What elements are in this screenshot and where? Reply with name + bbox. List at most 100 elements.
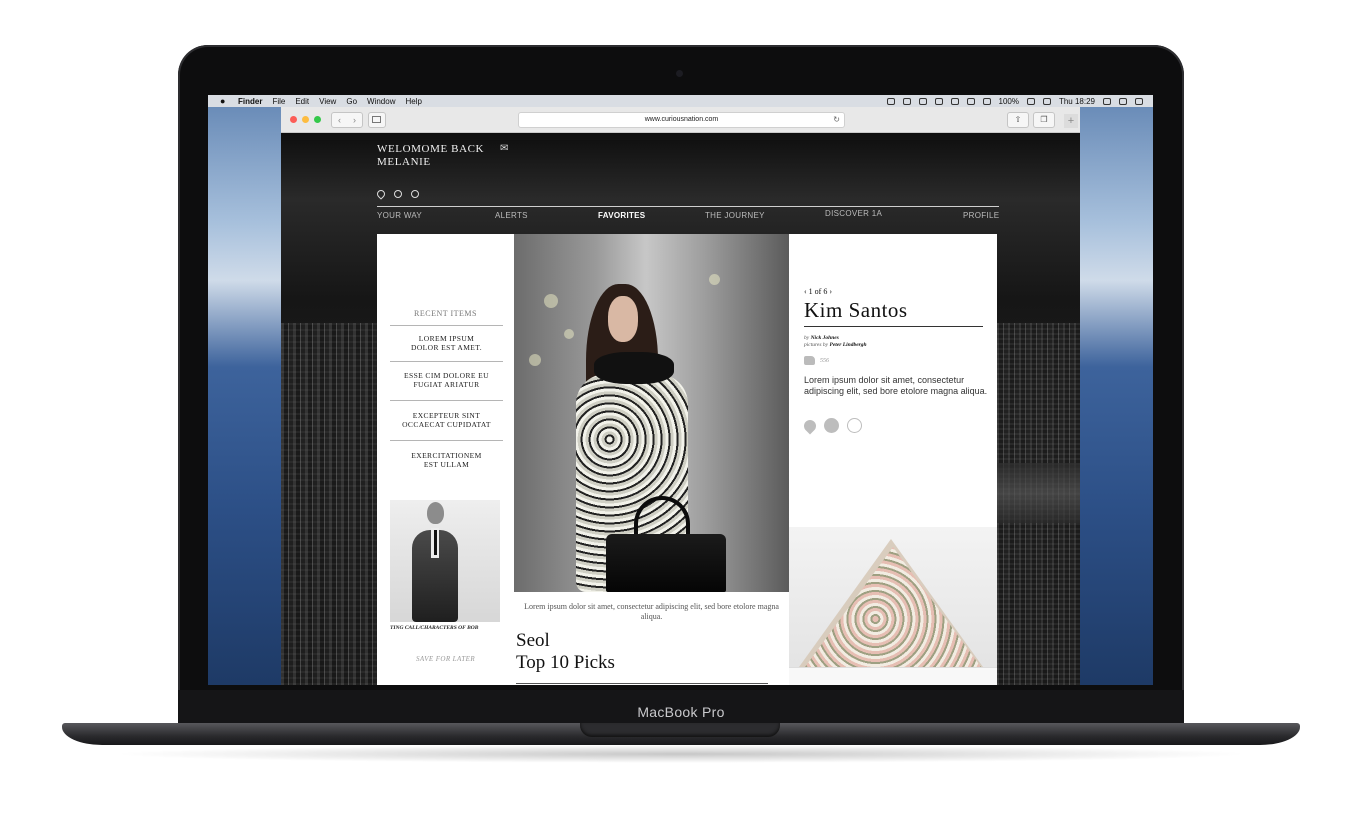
recent-item[interactable]: EXERCITATIONEM EST ULLAM [390,451,503,469]
back-button[interactable]: ‹ [332,113,347,127]
bokeh-light [544,294,558,308]
nav-your-way[interactable]: YOUR WAY [377,211,422,220]
pager[interactable]: ‹ 1 of 6 › [804,287,832,296]
welcome-text: WELOMOME BACK MELANIE [377,143,485,168]
bokeh-light [529,354,541,366]
bluetooth-icon[interactable] [950,97,959,105]
profile-description: Lorem ipsum dolor sit amet, consectetur … [804,375,988,396]
man-tie [433,530,437,555]
notification-center-icon[interactable] [1135,97,1143,105]
menu-go[interactable]: Go [346,97,357,106]
time-machine-icon[interactable] [918,97,927,105]
divider [390,325,503,326]
spotlight-icon[interactable] [1103,97,1111,105]
nav-profile[interactable]: PROFILE [963,211,999,220]
nav-discover[interactable]: DISCOVER 1A [825,209,882,218]
recent-item[interactable]: EXCEPTEUR SINT OCCAECAT CUPIDATAT [390,411,503,429]
man-head [427,502,444,524]
menu-finder[interactable]: Finder [238,97,262,106]
bokeh-light [564,329,574,339]
globe-icon[interactable] [847,418,862,433]
sculpture-base [789,667,997,685]
author-name[interactable]: Nick Johnes [811,335,839,341]
main-nav: YOUR WAY ALERTS FAVORITES THE JOURNEY DI… [377,209,999,223]
sculpture-photo[interactable] [789,527,997,685]
menu-view[interactable]: View [319,97,336,106]
feature-photo[interactable] [514,234,789,592]
recent-item[interactable]: LOREM IPSUM DOLOR EST AMET. [390,334,503,352]
likes-count: 556 [820,357,829,364]
new-tab-button[interactable]: + [1064,114,1078,128]
web-page: WELOMOME BACK MELANIE ✉ YOUR WAY ALERTS … [281,133,1080,685]
keyboard-icon[interactable] [1042,97,1051,105]
pictures-prefix: pictures by [804,342,829,348]
minimize-window-button[interactable] [302,116,309,123]
save-for-later-link[interactable]: SAVE FOR LATER [377,655,514,663]
mail-icon[interactable]: ✉ [500,143,510,154]
siri-icon[interactable] [1119,97,1127,105]
river-image [997,463,1080,523]
welcome-message: WELOMOME BACK MELANIE [377,143,517,169]
divider [390,400,503,401]
bokeh-light [709,274,720,285]
wifi-icon[interactable] [966,97,975,105]
tab-overview-button[interactable]: ❐ [1033,112,1055,128]
feature-panel: Lorem ipsum dolor sit amet, consectetur … [514,234,789,685]
battery-percent[interactable]: 100% [999,97,1019,106]
address-bar[interactable]: www.curiousnation.com ↻ [518,112,845,128]
volume-icon[interactable] [982,97,991,105]
recent-item[interactable]: ESSE CIM DOLORE EU FUGIAT ARIATUR [390,371,503,389]
sidebar-toggle-button[interactable] [368,112,386,128]
location-icon[interactable] [801,417,819,435]
forward-button[interactable]: › [347,113,362,127]
reload-icon[interactable]: ↻ [833,113,840,127]
laptop-brand-label: MacBook Pro [637,704,725,720]
feature-title[interactable]: Seol Top 10 Picks [516,630,776,674]
header-icons [375,188,419,200]
nav-alerts[interactable]: ALERTS [495,211,528,220]
photographer-name[interactable]: Peter Lindbergh [829,342,866,348]
camera [676,70,683,77]
people-icon[interactable] [824,418,839,433]
zoom-window-button[interactable] [314,116,321,123]
feature-divider [516,683,768,684]
apple-menu-icon[interactable]: ● [220,96,228,106]
browser-toolbar: ‹ › www.curiousnation.com ↻ ⇧ ❐ + [281,107,1080,133]
divider [390,361,503,362]
menu-help[interactable]: Help [405,97,421,106]
woman-face [608,296,638,342]
profile-panel: ‹ 1 of 6 › Kim Santos by Nick Johnes pic… [789,234,997,527]
sidebar-icon [372,116,381,123]
cloud-icon[interactable] [886,97,895,105]
divider [390,440,503,441]
likes: 556 [804,356,829,365]
display-icon[interactable] [902,97,911,105]
status-area: 100% Thu 18:29 [886,95,1143,107]
url-text[interactable]: www.curiousnation.com [645,116,719,123]
browser-window: ‹ › www.curiousnation.com ↻ ⇧ ❐ + WELOMO… [281,107,1080,685]
airplay-icon[interactable] [934,97,943,105]
close-window-button[interactable] [290,116,297,123]
people-icon[interactable] [394,190,402,198]
woman-scarf [594,352,674,384]
photo-caption: TING CALL/CHARACTERS OF BOB [390,625,479,631]
thumbs-up-icon[interactable] [804,356,815,365]
recent-photo[interactable] [390,500,500,622]
profile-name: Kim Santos [804,298,908,322]
city-background-left [281,323,377,685]
handbag [606,534,726,592]
battery-icon[interactable] [1026,97,1035,105]
screen: ● Finder File Edit View Go Window Help 1… [208,95,1153,685]
nav-favorites[interactable]: FAVORITES [598,211,645,220]
menu-file[interactable]: File [272,97,285,106]
menu-window[interactable]: Window [367,97,395,106]
nav-the-journey[interactable]: THE JOURNEY [705,211,765,220]
globe-icon[interactable] [411,190,419,198]
history-buttons: ‹ › [331,112,363,128]
laptop-shadow [110,745,1252,763]
clock[interactable]: Thu 18:29 [1059,97,1095,106]
share-button[interactable]: ⇧ [1007,112,1029,128]
menu-edit[interactable]: Edit [295,97,309,106]
byline: by Nick Johnes pictures by Peter Lindber… [804,335,867,349]
location-icon[interactable] [375,188,387,200]
